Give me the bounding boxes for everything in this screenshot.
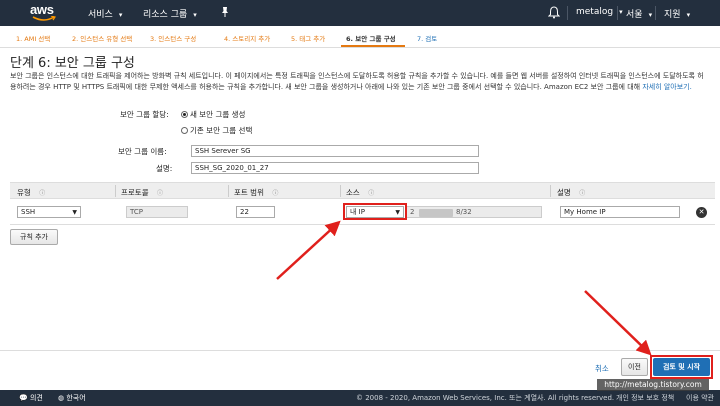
copyright-text: © 2008 - 2020, Amazon Web Services, Inc.…: [356, 394, 615, 402]
page-title: 단계 6: 보안 그룹 구성: [10, 56, 135, 71]
info-icon: ⓘ: [579, 190, 586, 197]
bell-icon[interactable]: [548, 6, 560, 19]
terms-link[interactable]: 이용 약관: [686, 393, 714, 403]
rule-source-cidr-field[interactable]: 2 8/32: [406, 206, 542, 218]
watermark: http://metalog.tistory.com: [597, 379, 709, 391]
security-group-name-label: 보안 그룹 이름:: [118, 147, 167, 156]
annotation-highlight-review: [650, 355, 713, 379]
info-icon: ⓘ: [157, 190, 164, 197]
radio-unselected-icon: [181, 127, 188, 134]
security-group-name-input[interactable]: SSH Serever SG: [191, 145, 479, 157]
column-separator: [550, 185, 551, 197]
nav-separator: [655, 6, 656, 20]
chat-icon: 💬: [19, 394, 28, 402]
rule-port-range-input[interactable]: 22: [236, 206, 275, 218]
active-step-indicator: [341, 45, 405, 47]
radio-select-existing-security-group[interactable]: 기존 보안 그룹 선택: [181, 125, 252, 136]
info-icon: ⓘ: [39, 190, 46, 197]
resource-groups-menu[interactable]: 리소스 그룹 ▾: [143, 7, 197, 20]
privacy-policy-link[interactable]: 개인 정보 보호 정책: [616, 393, 674, 403]
globe-icon: ◍: [58, 394, 65, 402]
account-menu[interactable]: metalog ▾: [576, 7, 623, 17]
nav-separator: [567, 6, 568, 20]
info-icon: ⓘ: [272, 190, 279, 197]
wizard-step-configure-instance[interactable]: 3. 인스턴스 구성: [150, 33, 196, 43]
cancel-link[interactable]: 취소: [595, 363, 609, 374]
chevron-down-icon: ▾: [648, 11, 653, 19]
services-menu[interactable]: 서비스 ▾: [88, 7, 122, 20]
table-divider: [10, 224, 715, 225]
wizard-step-add-storage[interactable]: 4. 스토리지 추가: [224, 33, 270, 43]
radio-selected-icon: [181, 111, 188, 118]
column-separator: [115, 185, 116, 197]
remove-rule-icon[interactable]: ✕: [696, 207, 707, 218]
annotation-arrow-source: [276, 220, 341, 280]
column-separator: [228, 185, 229, 197]
pin-icon[interactable]: [219, 6, 231, 18]
radio-create-new-security-group[interactable]: 새 보안 그룹 생성: [181, 109, 245, 120]
redacted-ip-region: [419, 209, 453, 217]
assign-security-group-label: 보안 그룹 할당:: [120, 110, 169, 119]
wizard-step-review[interactable]: 7. 검토: [417, 33, 437, 43]
wizard-steps: 1. AMI 선택 2. 인스턴스 유형 선택 3. 인스턴스 구성 4. 스토…: [0, 26, 720, 48]
chevron-down-icon: ▾: [118, 11, 123, 19]
rules-table-header: 유형 ⓘ 프로토콜 ⓘ 포트 범위 ⓘ 소스 ⓘ 설명 ⓘ: [10, 182, 715, 199]
top-navigation-bar: aws 서비스 ▾ 리소스 그룹 ▾ metalog ▾ 서울 ▾ 지원 ▾: [0, 0, 720, 26]
wizard-step-add-tags[interactable]: 5. 태그 추가: [291, 33, 325, 43]
security-group-description-input[interactable]: SSH_SG_2020_01_27: [191, 162, 479, 174]
wizard-step-security-group[interactable]: 6. 보안 그룹 구성: [346, 33, 396, 43]
bottom-bar: 💬 의견 ◍ 한국어 © 2008 - 2020, Amazon Web Ser…: [0, 390, 720, 406]
wizard-step-instance-type[interactable]: 2. 인스턴스 유형 선택: [72, 33, 132, 43]
add-rule-button[interactable]: 규칙 추가: [10, 229, 58, 245]
column-header-description[interactable]: 설명 ⓘ: [557, 187, 585, 198]
column-header-source[interactable]: 소스 ⓘ: [346, 187, 374, 198]
feedback-link[interactable]: 💬 의견: [19, 393, 43, 403]
rule-protocol-field: TCP: [126, 206, 188, 218]
column-header-type[interactable]: 유형 ⓘ: [17, 187, 45, 198]
previous-button[interactable]: 이전: [621, 358, 648, 376]
wizard-step-ami[interactable]: 1. AMI 선택: [16, 33, 50, 43]
rule-description-input[interactable]: My Home IP: [560, 206, 680, 218]
column-header-port-range[interactable]: 포트 범위 ⓘ: [234, 187, 278, 198]
aws-smile-icon: [32, 16, 56, 21]
region-menu[interactable]: 서울 ▾: [626, 7, 652, 20]
annotation-arrow-review: [584, 290, 652, 356]
nav-separator: [617, 6, 618, 20]
aws-logo[interactable]: aws: [30, 2, 60, 22]
chevron-down-icon: ▾: [193, 11, 197, 19]
support-menu[interactable]: 지원 ▾: [664, 7, 690, 20]
rule-type-select[interactable]: SSH ▼: [17, 206, 81, 218]
chevron-down-icon: ▾: [619, 8, 623, 16]
footer-divider: [0, 350, 720, 351]
annotation-highlight-source: [343, 203, 407, 220]
language-selector[interactable]: ◍ 한국어: [58, 393, 86, 403]
column-header-protocol[interactable]: 프로토콜 ⓘ: [121, 187, 163, 198]
security-group-description-label: 설명:: [156, 164, 173, 173]
learn-more-link[interactable]: 자세히 알아보기.: [642, 83, 692, 91]
chevron-down-icon: ▾: [686, 11, 691, 19]
caret-down-icon: ▼: [72, 209, 77, 216]
page-description: 보안 그룹은 인스턴스에 대한 트래픽을 제어하는 방화벽 규칙 세트입니다. …: [10, 72, 704, 91]
info-icon: ⓘ: [368, 190, 375, 197]
column-separator: [340, 185, 341, 197]
